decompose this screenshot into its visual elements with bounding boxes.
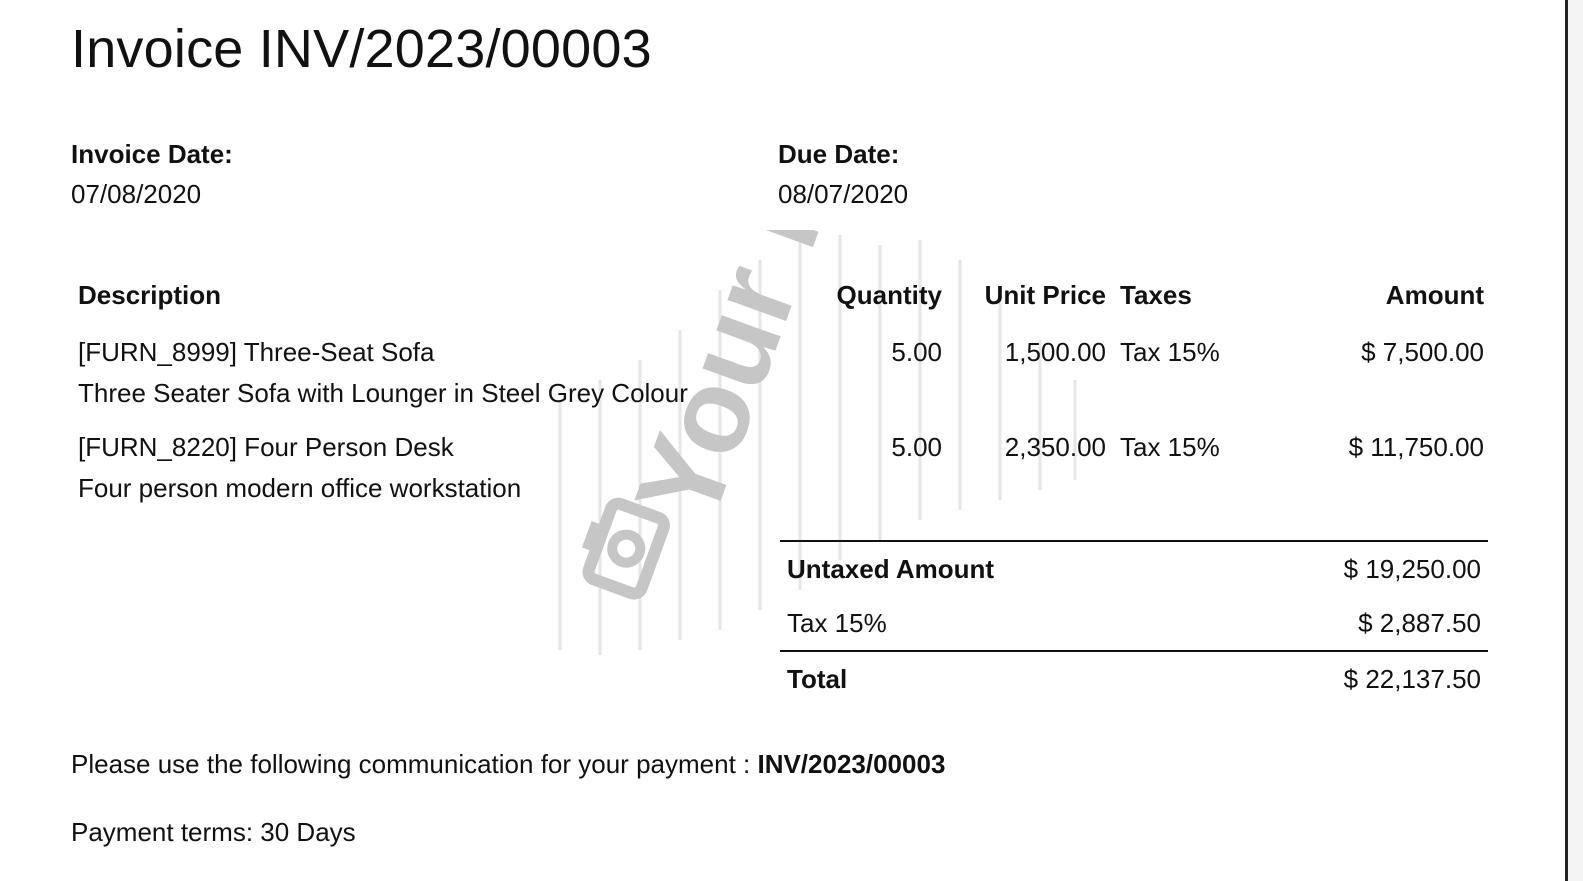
invoice-page: Invoice INV/2023/00003 Invoice Date: 07/…	[0, 0, 1568, 881]
line-unit-price: 1,500.00	[1004, 337, 1106, 367]
untaxed-label: Untaxed Amount	[780, 540, 1201, 596]
payment-terms: Payment terms: 30 Days	[71, 817, 356, 847]
camera-icon	[581, 497, 670, 600]
line-product: [FURN_8220] Four Person Desk	[78, 432, 454, 462]
line-unit-price: 2,350.00	[1004, 432, 1106, 462]
header-amount: Amount	[1385, 279, 1484, 310]
line-detail: Four person modern office workstation	[78, 473, 522, 503]
invoice-lines-table: Description Quantity Unit Price Taxes Am…	[71, 272, 1491, 508]
total-label: Total	[780, 650, 1201, 706]
tax-value: $ 2,887.50	[1358, 607, 1481, 638]
tax-row: Tax 15% $ 2,887.50	[780, 596, 1488, 651]
line-amount: $ 11,750.00	[1348, 432, 1484, 462]
table-header-row: Description Quantity Unit Price Taxes Am…	[71, 272, 1491, 318]
untaxed-value: $ 19,250.00	[1200, 540, 1488, 596]
header-unit-price: Unit Price	[984, 279, 1106, 310]
header-description: Description	[78, 279, 222, 310]
table-row: [FURN_8999] Three-Seat Sofa Three Seater…	[71, 318, 1491, 413]
line-quantity: 5.00	[891, 337, 942, 367]
due-date-label: Due Date:	[778, 139, 900, 169]
line-description: [FURN_8999] Three-Seat Sofa Three Seater…	[71, 318, 785, 413]
table-row: [FURN_8220] Four Person Desk Four person…	[71, 413, 1491, 508]
line-description: [FURN_8220] Four Person Desk Four person…	[71, 413, 785, 508]
invoice-date-label: Invoice Date:	[71, 139, 233, 169]
communication-text: Please use the following communication f…	[71, 749, 758, 779]
viewer-gutter	[1568, 0, 1583, 881]
payment-communication: Please use the following communication f…	[71, 746, 945, 782]
line-product: [FURN_8999] Three-Seat Sofa	[78, 337, 435, 367]
line-taxes: Tax 15%	[1120, 432, 1220, 462]
communication-reference: INV/2023/00003	[757, 749, 946, 779]
invoice-date-block: Invoice Date: 07/08/2020	[71, 138, 233, 210]
line-taxes: Tax 15%	[1120, 337, 1220, 367]
line-detail: Three Seater Sofa with Lounger in Steel …	[78, 378, 688, 408]
page-title: Invoice INV/2023/00003	[71, 19, 652, 79]
tax-label: Tax 15%	[787, 607, 887, 638]
due-date-value: 08/07/2020	[778, 179, 909, 209]
total-row: Total $ 22,137.50	[780, 650, 1488, 706]
due-date-block: Due Date: 08/07/2020	[778, 138, 908, 210]
line-quantity: 5.00	[891, 432, 942, 462]
line-amount: $ 7,500.00	[1361, 337, 1484, 367]
totals-table: Untaxed Amount $ 19,250.00 Tax 15% $ 2,8…	[780, 540, 1488, 706]
header-quantity: Quantity	[836, 279, 942, 310]
header-taxes: Taxes	[1120, 279, 1192, 310]
total-value: $ 22,137.50	[1200, 650, 1488, 706]
untaxed-row: Untaxed Amount $ 19,250.00	[780, 540, 1488, 596]
invoice-date-value: 07/08/2020	[71, 179, 202, 209]
